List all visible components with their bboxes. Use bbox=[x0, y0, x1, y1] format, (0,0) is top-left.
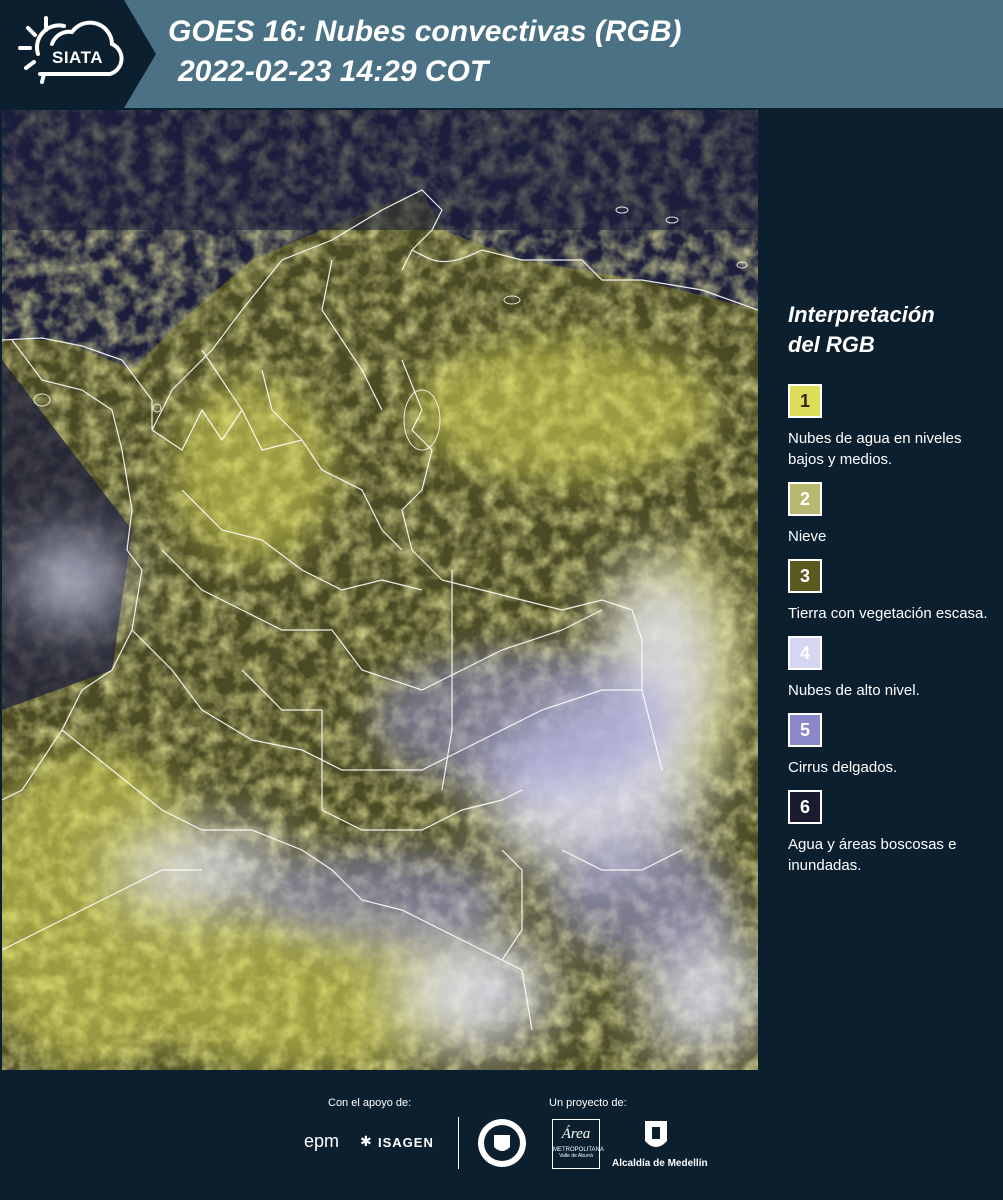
medellin-seal-icon bbox=[478, 1119, 526, 1167]
support-label: Con el apoyo de: bbox=[328, 1097, 412, 1109]
legend-title: Interpretación del RGB bbox=[788, 302, 935, 357]
page-title: GOES 16: Nubes convectivas (RGB) bbox=[168, 15, 682, 48]
legend-swatch: 1 bbox=[788, 384, 822, 418]
alcaldia-logo: Alcaldía de Medellín bbox=[612, 1158, 708, 1169]
isagen-star-icon: ✱ bbox=[360, 1133, 372, 1149]
legend-swatch: 3 bbox=[788, 559, 822, 593]
legend-label: Nubes de agua en niveles bajos y medios. bbox=[788, 430, 962, 468]
legend-label: Agua y áreas boscosas e inundadas. bbox=[788, 836, 957, 874]
satellite-map bbox=[2, 110, 758, 1070]
legend-item: 5 Cirrus delgados. bbox=[788, 713, 988, 778]
alcaldia-shield-icon bbox=[645, 1121, 667, 1147]
legend-label: Nubes de alto nivel. bbox=[788, 682, 920, 699]
brand-name: SIATA bbox=[52, 48, 103, 67]
legend-swatch: 2 bbox=[788, 482, 822, 516]
legend-swatch: 4 bbox=[788, 636, 822, 670]
legend-label: Nieve bbox=[788, 528, 827, 545]
isagen-logo: ISAGEN bbox=[378, 1135, 434, 1150]
footer-divider bbox=[458, 1117, 459, 1169]
header-bar: SIATA GOES 16: Nubes convectivas (RGB) 2… bbox=[0, 0, 1003, 108]
legend-item: 1 Nubes de agua en niveles bajos y medio… bbox=[788, 384, 988, 470]
area-metropolitana-logo: Área METROPOLITANA Valle de Aburrá bbox=[552, 1119, 604, 1169]
legend-item: 2 Nieve bbox=[788, 482, 988, 547]
legend-swatch: 6 bbox=[788, 790, 822, 824]
project-label: Un proyecto de: bbox=[549, 1097, 627, 1109]
legend-label: Cirrus delgados. bbox=[788, 759, 898, 776]
legend-item: 6 Agua y áreas boscosas e inundadas. bbox=[788, 790, 988, 876]
legend-item: 3 Tierra con vegetación escasa. bbox=[788, 559, 988, 624]
satellite-rgb-image bbox=[2, 110, 758, 1070]
legend-swatch: 5 bbox=[788, 713, 822, 747]
legend-label: Tierra con vegetación escasa. bbox=[788, 605, 988, 622]
logo-block: SIATA bbox=[0, 0, 156, 108]
legend-item: 4 Nubes de alto nivel. bbox=[788, 636, 988, 701]
epm-logo: epm bbox=[304, 1131, 340, 1151]
page-timestamp: 2022-02-23 14:29 COT bbox=[178, 55, 489, 88]
legend-panel: Interpretación del RGB 1 Nubes de agua e… bbox=[788, 300, 988, 888]
